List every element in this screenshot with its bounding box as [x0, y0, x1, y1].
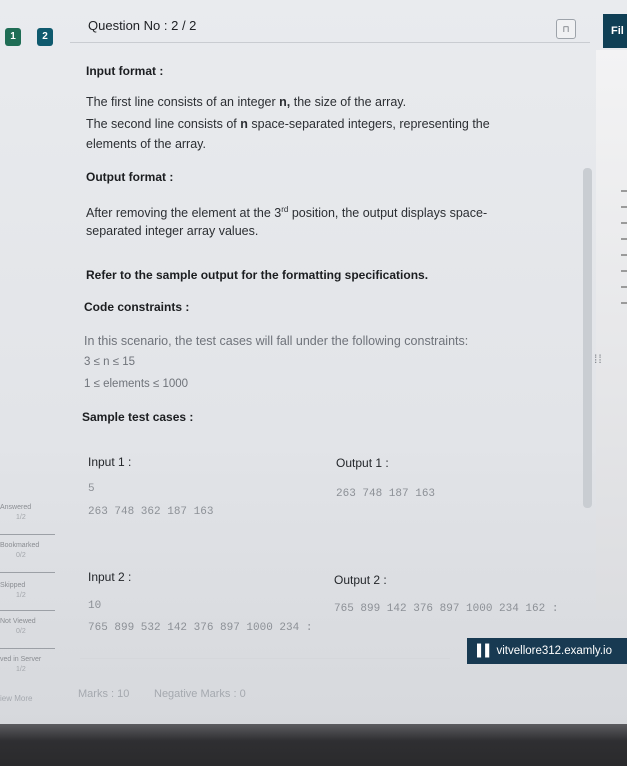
output-2-line-1: 765 899 142 376 897 1000 234 162 : [334, 603, 559, 615]
right-panel [596, 50, 627, 610]
legend-count: 0/2 [16, 552, 26, 559]
header-divider [70, 42, 590, 43]
legend-divider [0, 610, 55, 611]
input-1-line-1: 5 [88, 483, 95, 495]
input-2-label: Input 2 : [88, 570, 132, 584]
bookmark-icon[interactable]: ⊓ [556, 19, 576, 39]
legend-count: 1/2 [16, 592, 26, 599]
input-1-label: Input 1 : [88, 455, 132, 469]
output-2-label: Output 2 : [334, 573, 387, 587]
input-line-3: elements of the array. [86, 137, 206, 151]
legend-answered: Answered 1/2 [0, 504, 58, 521]
legend-bookmarked: Bookmarked 0/2 [0, 542, 58, 559]
legend-divider [0, 648, 55, 649]
input-2-line-2: 765 899 532 142 376 897 1000 234 : [88, 622, 313, 634]
input-line-2: The second line consists of n space-sepa… [86, 117, 490, 131]
legend-label: Not Viewed [0, 618, 36, 625]
sample-test-cases-heading: Sample test cases : [82, 410, 194, 424]
legend-divider [0, 534, 55, 535]
legend-count: 0/2 [16, 628, 26, 635]
negative-marks-text: Negative Marks : 0 [154, 688, 246, 700]
input-line-1: The first line consists of an integer n,… [86, 95, 407, 109]
constraints-heading: Code constraints : [84, 300, 190, 314]
refer-instruction: Refer to the sample output for the forma… [86, 268, 429, 282]
constraint-elements: 1 ≤ elements ≤ 1000 [84, 378, 189, 390]
legend-not-viewed: Not Viewed 0/2 [0, 618, 58, 635]
output-line-1: After removing the element at the 3rd po… [86, 205, 488, 221]
output-line-2: separated integer array values. [86, 224, 259, 238]
monitor-bezel [0, 724, 627, 766]
constraint-n: 3 ≤ n ≤ 15 [84, 356, 135, 368]
content-scrollbar[interactable] [583, 168, 592, 508]
drag-handle-icon[interactable]: ⁞⁞ [594, 352, 603, 366]
legend-label: Answered [0, 504, 32, 511]
input-1-line-2: 263 748 362 187 163 [88, 506, 214, 518]
output-1-label: Output 1 : [336, 456, 389, 470]
legend-count: 1/2 [16, 666, 26, 673]
input-2-line-1: 10 [88, 600, 102, 612]
legend-divider [0, 572, 55, 573]
view-more-link[interactable]: iew More [0, 694, 32, 703]
question-2-button[interactable]: 2 [37, 28, 53, 46]
legend-label: ved in Server [0, 656, 42, 663]
question-1-button[interactable]: 1 [5, 28, 21, 46]
legend-label: Bookmarked [0, 542, 40, 549]
output-1-line-1: 263 748 187 163 [336, 488, 436, 500]
question-number-title: Question No : 2 / 2 [88, 18, 197, 33]
constraints-intro: In this scenario, the test cases will fa… [84, 334, 469, 348]
legend-saved-in-server: ved in Server 1/2 [0, 656, 58, 673]
legend-count: 1/2 [16, 514, 26, 521]
exam-screen: 1 2 Question No : 2 / 2 ⊓ Fil ⁞⁞ Input f… [0, 0, 627, 732]
output-format-heading: Output format : [86, 170, 174, 184]
legend-skipped: Skipped 1/2 [0, 582, 58, 599]
marks-text: Marks : 10 [78, 688, 130, 700]
examly-watermark: ▌▌ vitvellore312.examly.io [467, 638, 627, 664]
footer-divider [80, 658, 450, 659]
input-format-heading: Input format : [86, 64, 164, 78]
finish-button[interactable]: Fil [603, 14, 627, 48]
legend-label: Skipped [0, 582, 26, 589]
